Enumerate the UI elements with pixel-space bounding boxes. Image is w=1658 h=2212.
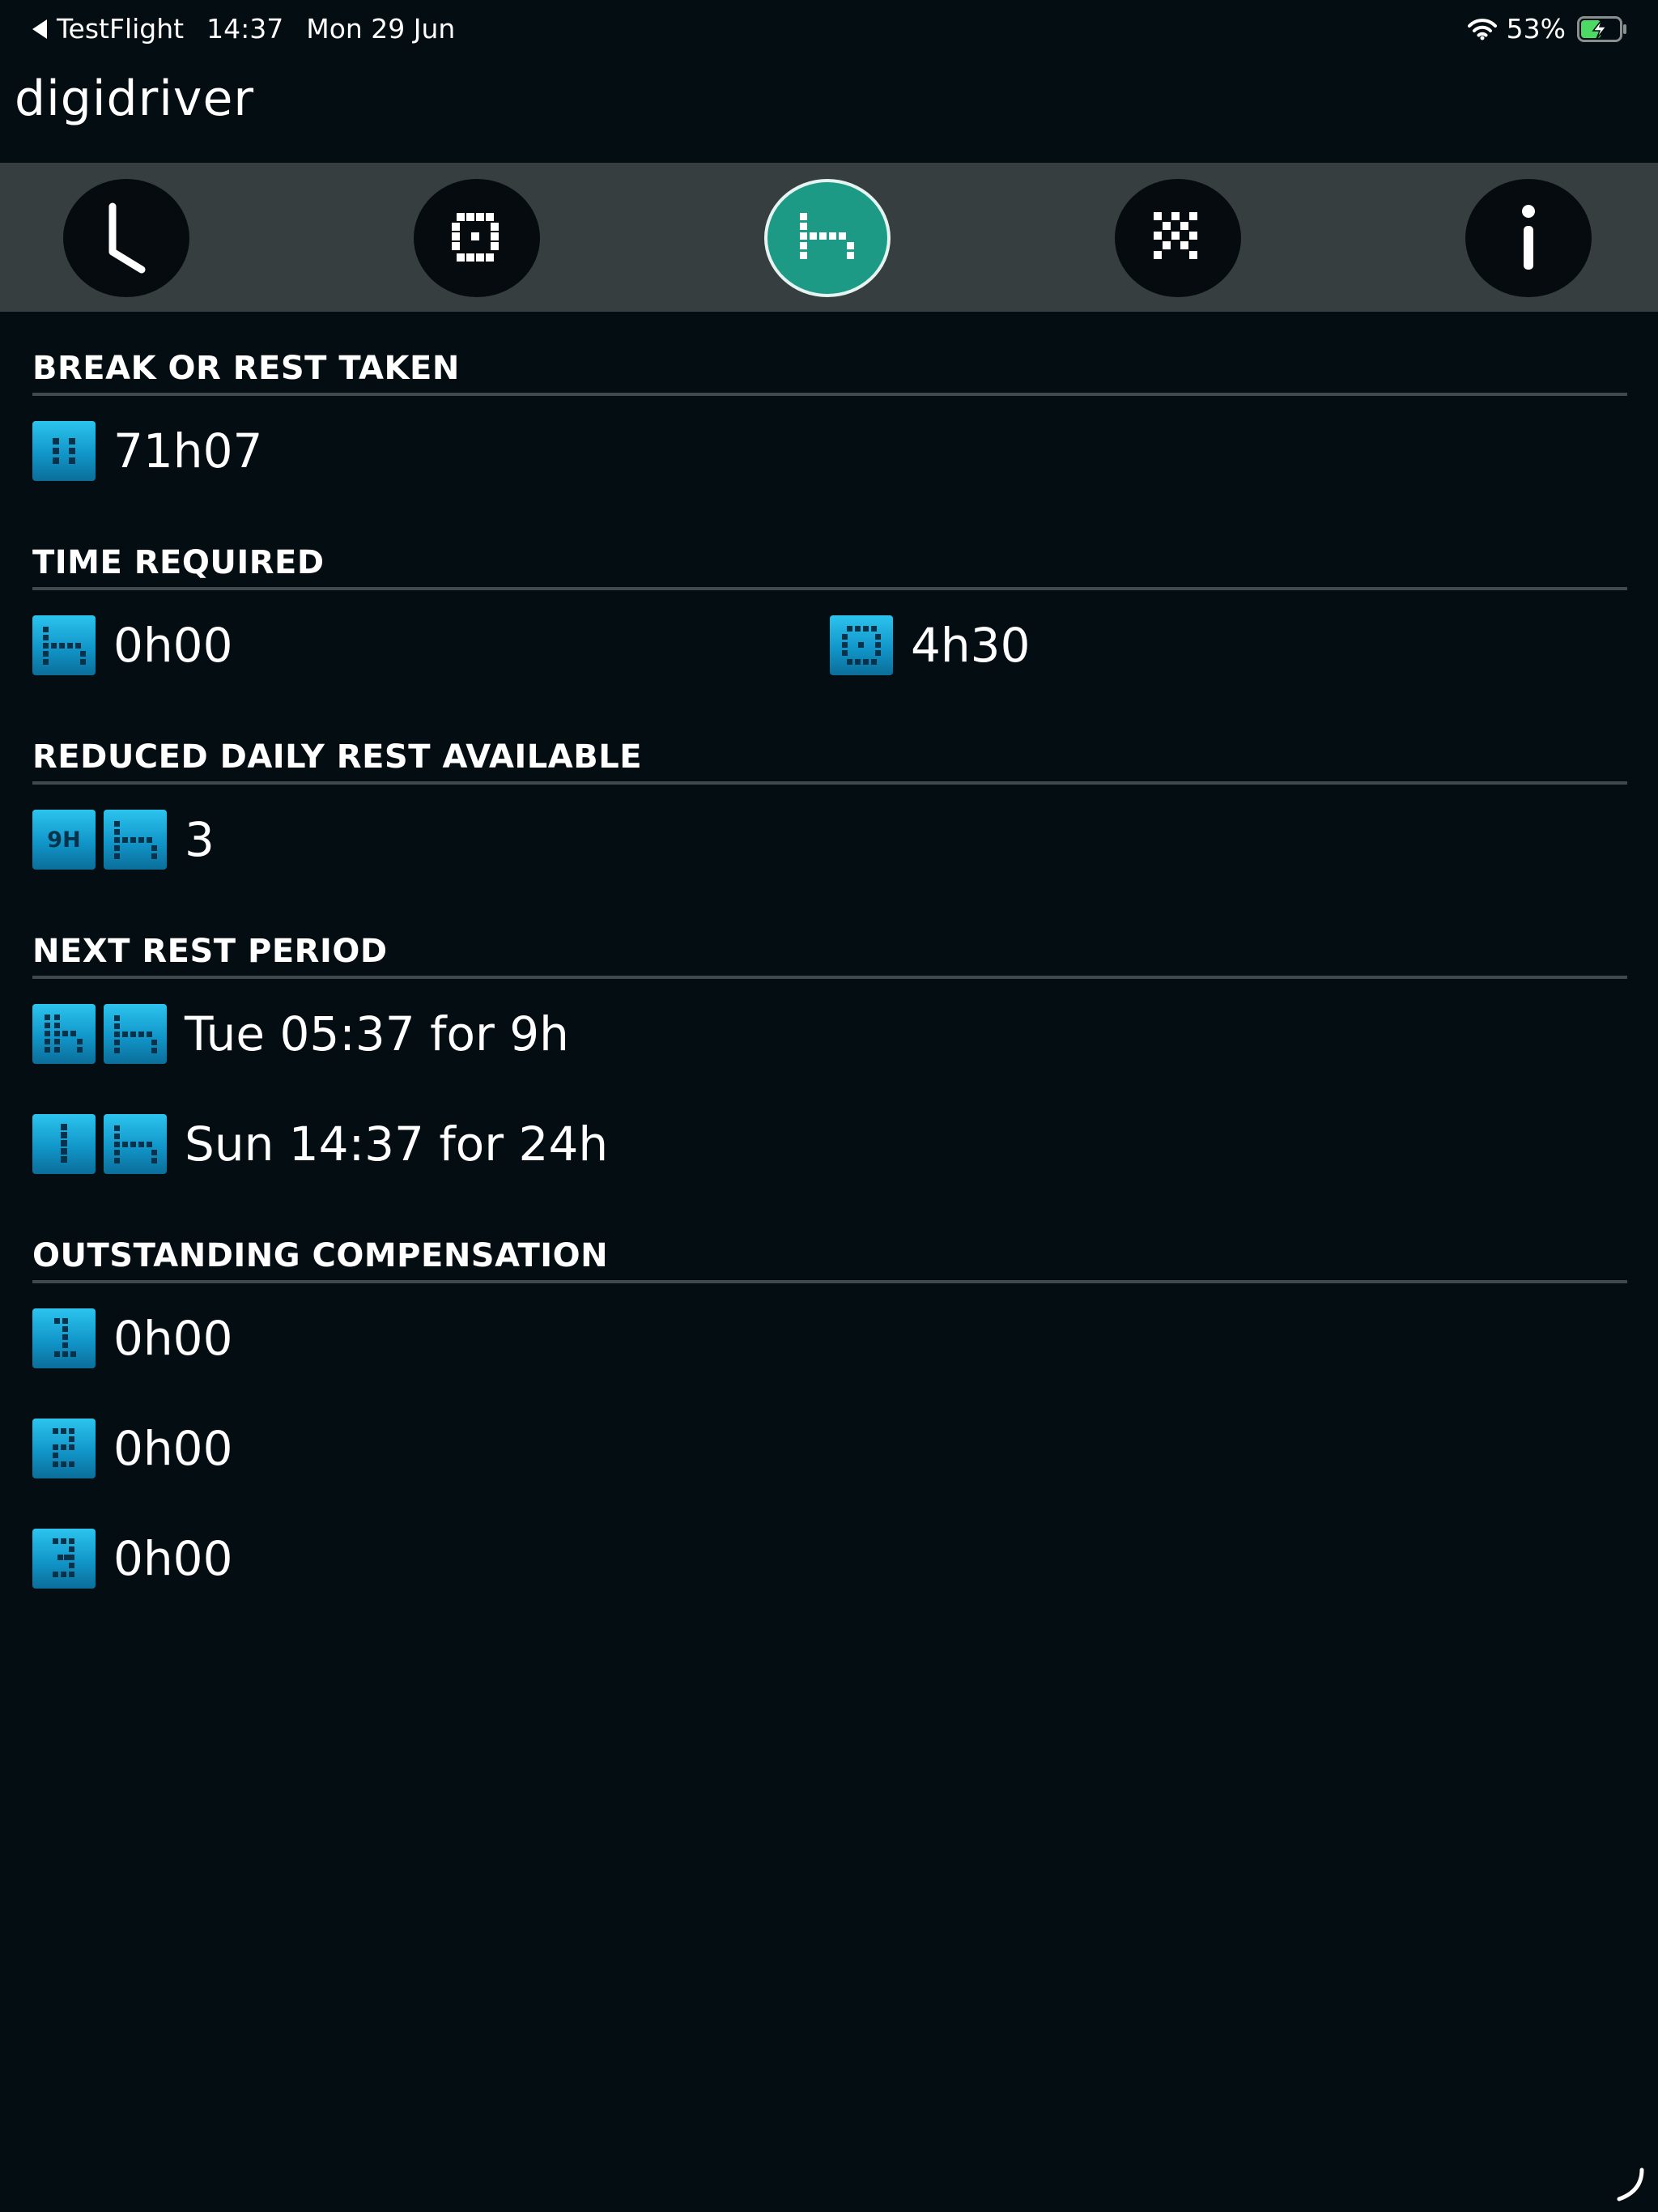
- tab-other-work[interactable]: [1115, 179, 1241, 297]
- status-date: Mon 29 Jun: [306, 13, 456, 45]
- compensation-row: 0h00: [32, 1504, 1627, 1614]
- tab-rest[interactable]: [764, 179, 891, 297]
- next-rest-daily-value: Tue 05:37 for 9h: [185, 1006, 569, 1061]
- section-title-reduced-daily: REDUCED DAILY REST AVAILABLE: [32, 700, 1627, 785]
- work-square-icon: [830, 615, 893, 675]
- compensation-value-1: 0h00: [113, 1311, 233, 1366]
- status-left: TestFlight 14:37 Mon 29 Jun: [32, 13, 455, 45]
- bed-rest-icon: [800, 213, 854, 259]
- tab-bar: [0, 163, 1658, 312]
- nine-hour-icon: 9H: [32, 810, 96, 870]
- next-rest-row: Tue 05:37 for 9h: [32, 979, 1627, 1089]
- time-required-work: 4h30: [830, 590, 1030, 700]
- status-bar: TestFlight 14:37 Mon 29 Jun 53%: [0, 0, 1658, 57]
- compensation-row: 0h00: [32, 1283, 1627, 1393]
- work-square-icon: [452, 213, 499, 262]
- section-title-next-rest: NEXT REST PERIOD: [32, 895, 1627, 979]
- clock-icon: [108, 202, 146, 274]
- break-taken-row: 71h07: [32, 396, 1627, 506]
- digit-1-icon: [32, 1308, 96, 1368]
- reduced-daily-item: 9H 3: [32, 810, 215, 870]
- battery-charging-icon: [1577, 15, 1626, 42]
- time-required-rest: 0h00: [32, 615, 232, 675]
- compensation-item-1: 0h00: [32, 1308, 232, 1368]
- nine-hour-label: 9H: [47, 827, 81, 853]
- section-title-break-taken: BREAK OR REST TAKEN: [32, 312, 1627, 396]
- weekly-rest-icon: [32, 1114, 96, 1174]
- battery-percent: 53%: [1506, 13, 1566, 45]
- tab-clock[interactable]: [63, 179, 189, 297]
- compensation-value-3: 0h00: [113, 1531, 233, 1586]
- loading-spinner-icon: [1617, 2167, 1644, 2201]
- section-title-compensation: OUTSTANDING COMPENSATION: [32, 1199, 1627, 1283]
- break-taken-item: 71h07: [32, 421, 262, 481]
- bed-rest-icon: [104, 810, 167, 870]
- back-to-app-link[interactable]: TestFlight: [57, 13, 184, 45]
- info-icon: [1522, 205, 1535, 270]
- back-arrow-icon[interactable]: [32, 19, 47, 39]
- next-rest-row: Sun 14:37 for 24h: [32, 1089, 1627, 1199]
- reduced-daily-row: 9H 3: [32, 785, 1627, 895]
- status-time: 14:37: [206, 13, 284, 45]
- compensation-value-2: 0h00: [113, 1421, 233, 1476]
- bed-rest-icon: [104, 1114, 167, 1174]
- app-logo: digidriver: [15, 70, 255, 127]
- next-rest-weekly: Sun 14:37 for 24h: [32, 1114, 608, 1174]
- bed-rest-icon: [32, 615, 96, 675]
- tab-info[interactable]: [1465, 179, 1592, 297]
- section-title-time-required: TIME REQUIRED: [32, 506, 1627, 590]
- compensation-item-2: 0h00: [32, 1419, 232, 1478]
- wifi-icon: [1467, 18, 1497, 40]
- time-required-row: 0h00 4h30: [32, 590, 1627, 700]
- reduced-daily-value: 3: [185, 812, 215, 867]
- time-required-work-value: 4h30: [911, 618, 1031, 673]
- daily-rest-icon: [32, 1004, 96, 1064]
- break-icon: [32, 421, 96, 481]
- compensation-item-3: 0h00: [32, 1529, 232, 1589]
- tab-work[interactable]: [414, 179, 540, 297]
- next-rest-weekly-value: Sun 14:37 for 24h: [185, 1117, 609, 1172]
- next-rest-daily: Tue 05:37 for 9h: [32, 1004, 569, 1064]
- time-required-rest-value: 0h00: [113, 618, 233, 673]
- crossed-hammers-icon: [1154, 212, 1197, 259]
- status-right: 53%: [1467, 13, 1627, 45]
- compensation-row: 0h00: [32, 1393, 1627, 1504]
- digit-2-icon: [32, 1419, 96, 1478]
- break-taken-value: 71h07: [113, 423, 263, 479]
- digit-3-icon: [32, 1529, 96, 1589]
- bed-rest-icon: [104, 1004, 167, 1064]
- rest-details: BREAK OR REST TAKEN 71h07 TIME REQUIRED: [32, 312, 1627, 1614]
